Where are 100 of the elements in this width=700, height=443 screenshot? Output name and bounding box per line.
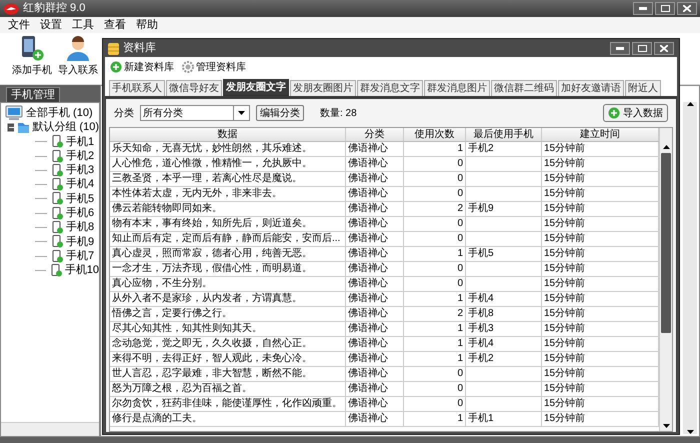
close-icon	[683, 5, 691, 12]
scrollbar[interactable]	[659, 128, 672, 431]
tab[interactable]: 微信群二维码	[491, 80, 557, 96]
menu-item[interactable]: 工具	[72, 16, 94, 34]
tree-item[interactable]: 手机2	[66, 148, 94, 164]
table-cell: 三教圣贤，本乎一理，若离心性尽是魔说。	[110, 172, 346, 186]
toolbar-button[interactable]: 管理资料库	[182, 60, 246, 74]
table-cell: 一念才生，万法齐现，假借心性，而明易道。	[110, 262, 346, 276]
menu-item[interactable]: 帮助	[136, 16, 158, 34]
table-cell: 修行是点滴的工夫。	[110, 412, 346, 426]
close-button[interactable]	[677, 2, 697, 15]
table-cell: 1	[404, 322, 466, 336]
tree-item[interactable]: 手机4	[66, 176, 94, 193]
tab[interactable]: 发朋友圈文字	[223, 79, 289, 96]
menu-item[interactable]: 设置	[40, 16, 62, 34]
table-cell: 乐天知命，无喜无忧，妙性朗然，其乐难述。	[110, 142, 346, 156]
toolbar-button[interactable]: 添加手机	[12, 35, 52, 78]
table-cell: 0	[404, 382, 466, 396]
table-cell: 人心惟危，道心惟微，惟精惟一，允执厥中。	[110, 157, 346, 171]
table-cell: 1	[404, 292, 466, 306]
close-icon	[660, 45, 668, 52]
table-cell: 0	[404, 217, 466, 231]
tab[interactable]: 加好友邀请语	[558, 80, 624, 96]
table-cell: 佛语禅心	[346, 142, 404, 156]
maximize-button[interactable]	[655, 2, 675, 15]
tab[interactable]: 手机联系人	[109, 80, 165, 96]
menu-item[interactable]: 查看	[104, 16, 126, 34]
table-cell: 手机2	[466, 142, 542, 156]
tree-item[interactable]: 全部手机 (10)	[26, 104, 93, 122]
maximize-button[interactable]	[632, 42, 652, 55]
scroll-thumb[interactable]	[661, 153, 671, 333]
filter-label: 分类	[114, 106, 134, 120]
table-cell: 从外入者不是家珍，从内发者，方谓真慧。	[110, 292, 346, 306]
phone-icon	[52, 250, 63, 263]
edit-category-button[interactable]: 编辑分类	[256, 105, 304, 121]
caret-icon	[238, 111, 245, 115]
table-cell: 佛语禅心	[346, 217, 404, 231]
table-cell: 佛语禅心	[346, 292, 404, 306]
collapse-icon[interactable]	[7, 122, 14, 132]
panel-tab[interactable]: 手机管理	[6, 87, 60, 102]
table-cell: 佛语禅心	[346, 397, 404, 411]
table-cell: 0	[404, 397, 466, 411]
tree-item[interactable]: 手机9	[66, 234, 94, 250]
table-cell: 佛语禅心	[346, 352, 404, 366]
minimize-button[interactable]	[610, 42, 630, 55]
table-cell: 佛语禅心	[346, 322, 404, 336]
table-cell: 来得不明，去得正好，智人观此，未免心冷。	[110, 352, 346, 366]
table-cell: 真心应物，不生分别。	[110, 277, 346, 291]
table-cell: 悟佛之言，定要行佛之行。	[110, 307, 346, 321]
tree-item[interactable]: 手机1	[66, 134, 94, 150]
table-cell: 佛语禅心	[346, 307, 404, 321]
table-cell: 佛语禅心	[346, 337, 404, 351]
tab[interactable]: 群发消息图片	[424, 80, 490, 96]
tab[interactable]: 附近人	[625, 80, 661, 96]
table-cell: 佛语禅心	[346, 187, 404, 201]
tree-item[interactable]: 手机6	[66, 204, 94, 222]
window-title: 红豹群控 9.0	[23, 1, 86, 16]
tree-item[interactable]: 手机3	[66, 162, 94, 179]
toolbar-button[interactable]: 导入联系	[58, 35, 98, 78]
category-dropdown[interactable]: 所有分类	[140, 105, 250, 121]
table-cell: 怒为万障之根，忍为百福之首。	[110, 382, 346, 396]
scroll-up-icon	[686, 102, 694, 106]
table-cell: 佛语禅心	[346, 367, 404, 381]
tree-item[interactable]: 手机5	[66, 190, 94, 208]
scrollbar[interactable]	[683, 102, 697, 434]
table-cell: 佛语禅心	[346, 412, 404, 426]
tree-item[interactable]: 手机8	[66, 219, 94, 236]
tab[interactable]: 群发消息文字	[357, 80, 423, 96]
phone-icon	[52, 164, 63, 177]
close-button[interactable]	[654, 42, 674, 55]
table-cell: 尔勿贪饮，狂药非佳味，能使谨厚性，化作凶顽重。	[110, 397, 346, 411]
table-cell: 手机9	[466, 202, 542, 216]
tab[interactable]: 发朋友圈图片	[290, 80, 356, 96]
column-header[interactable]: 分类	[346, 128, 404, 141]
minimize-button[interactable]	[633, 2, 653, 15]
plus-icon	[608, 107, 620, 119]
scroll-down-icon	[662, 424, 670, 428]
column-header[interactable]: 使用次数	[404, 128, 466, 141]
database-icon	[108, 42, 119, 54]
tree-item[interactable]: 手机7	[66, 248, 94, 264]
tab[interactable]: 微信导好友	[166, 80, 222, 96]
tree-item[interactable]: 手机10	[64, 262, 99, 279]
folder-icon	[16, 120, 30, 134]
table-cell: 1	[404, 337, 466, 351]
menu-item[interactable]: 文件	[8, 16, 30, 34]
minimize-icon	[639, 7, 647, 10]
import-data-button[interactable]: 导入数据	[603, 104, 668, 122]
column-header[interactable]: 数据	[110, 128, 346, 141]
table-cell: 0	[404, 172, 466, 186]
scroll-down-icon	[686, 430, 694, 434]
table-cell: 手机1	[466, 412, 542, 426]
app-logo-icon	[3, 2, 19, 14]
toolbar-button[interactable]: 新建资料库	[110, 60, 174, 74]
plus-icon	[110, 61, 122, 73]
table-cell: 佛语禅心	[346, 277, 404, 291]
table-cell: 0	[404, 157, 466, 171]
column-header[interactable]: 最后使用手机	[466, 128, 542, 141]
tree-item[interactable]: 默认分组 (10)	[32, 119, 99, 136]
table-cell: 本性体若太虚，无内无外，非来非去。	[110, 187, 346, 201]
table-cell: 佛语禅心	[346, 157, 404, 171]
